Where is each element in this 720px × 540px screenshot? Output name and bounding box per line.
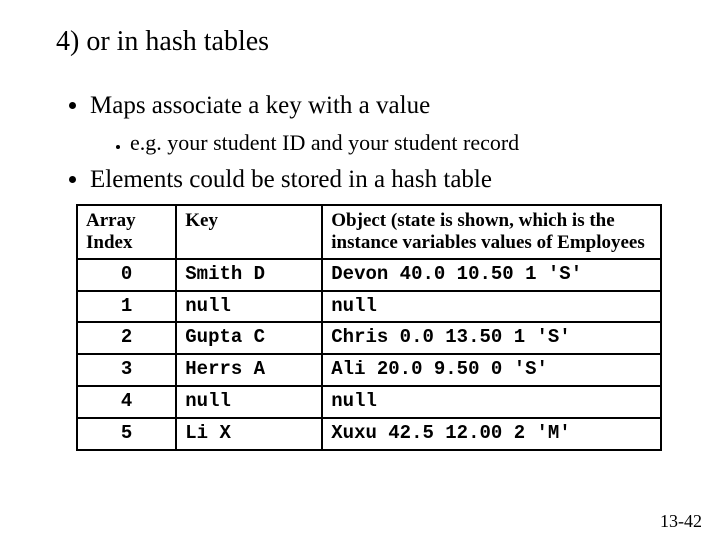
table-row: 0 Smith D Devon 40.0 10.50 1 'S'	[77, 259, 661, 291]
bullet-2-text: Elements could be stored in a hash table	[90, 166, 492, 193]
cell-object: Ali 20.0 9.50 0 'S'	[322, 354, 661, 386]
bullet-1: Maps associate a key with a value e.g. y…	[90, 92, 682, 156]
cell-object: Chris 0.0 13.50 1 'S'	[322, 322, 661, 354]
cell-key: Herrs A	[176, 354, 322, 386]
cell-key: Smith D	[176, 259, 322, 291]
cell-object: null	[322, 291, 661, 323]
table-row: 5 Li X Xuxu 42.5 12.00 2 'M'	[77, 418, 661, 450]
slide-number: 13-42	[660, 511, 702, 532]
bullet-list: Maps associate a key with a value e.g. y…	[56, 92, 682, 194]
cell-key: Li X	[176, 418, 322, 450]
bullet-1a: e.g. your student ID and your student re…	[130, 130, 682, 156]
table-body: 0 Smith D Devon 40.0 10.50 1 'S' 1 null …	[77, 259, 661, 450]
bullet-1-text: Maps associate a key with a value	[90, 92, 430, 119]
table-row: 2 Gupta C Chris 0.0 13.50 1 'S'	[77, 322, 661, 354]
table-row: 1 null null	[77, 291, 661, 323]
header-index: Array Index	[77, 205, 176, 259]
bullet-1-sublist: e.g. your student ID and your student re…	[90, 130, 682, 156]
bullet-1a-text: e.g. your student ID and your student re…	[130, 130, 519, 155]
cell-index: 2	[77, 322, 176, 354]
header-object: Object (state is shown, which is the ins…	[322, 205, 661, 259]
table-row: 3 Herrs A Ali 20.0 9.50 0 'S'	[77, 354, 661, 386]
cell-object: Xuxu 42.5 12.00 2 'M'	[322, 418, 661, 450]
table-header-row: Array Index Key Object (state is shown, …	[77, 205, 661, 259]
bullet-2: Elements could be stored in a hash table	[90, 166, 682, 194]
cell-key: Gupta C	[176, 322, 322, 354]
cell-object: Devon 40.0 10.50 1 'S'	[322, 259, 661, 291]
table-row: 4 null null	[77, 386, 661, 418]
slide: 4) or in hash tables Maps associate a ke…	[0, 0, 720, 451]
cell-index: 0	[77, 259, 176, 291]
slide-title: 4) or in hash tables	[56, 26, 682, 58]
table-head: Array Index Key Object (state is shown, …	[77, 205, 661, 259]
header-key: Key	[176, 205, 322, 259]
cell-index: 1	[77, 291, 176, 323]
hash-table-wrap: Array Index Key Object (state is shown, …	[76, 204, 662, 451]
hash-table: Array Index Key Object (state is shown, …	[76, 204, 662, 451]
cell-key: null	[176, 291, 322, 323]
cell-object: null	[322, 386, 661, 418]
cell-index: 5	[77, 418, 176, 450]
cell-index: 3	[77, 354, 176, 386]
cell-key: null	[176, 386, 322, 418]
cell-index: 4	[77, 386, 176, 418]
